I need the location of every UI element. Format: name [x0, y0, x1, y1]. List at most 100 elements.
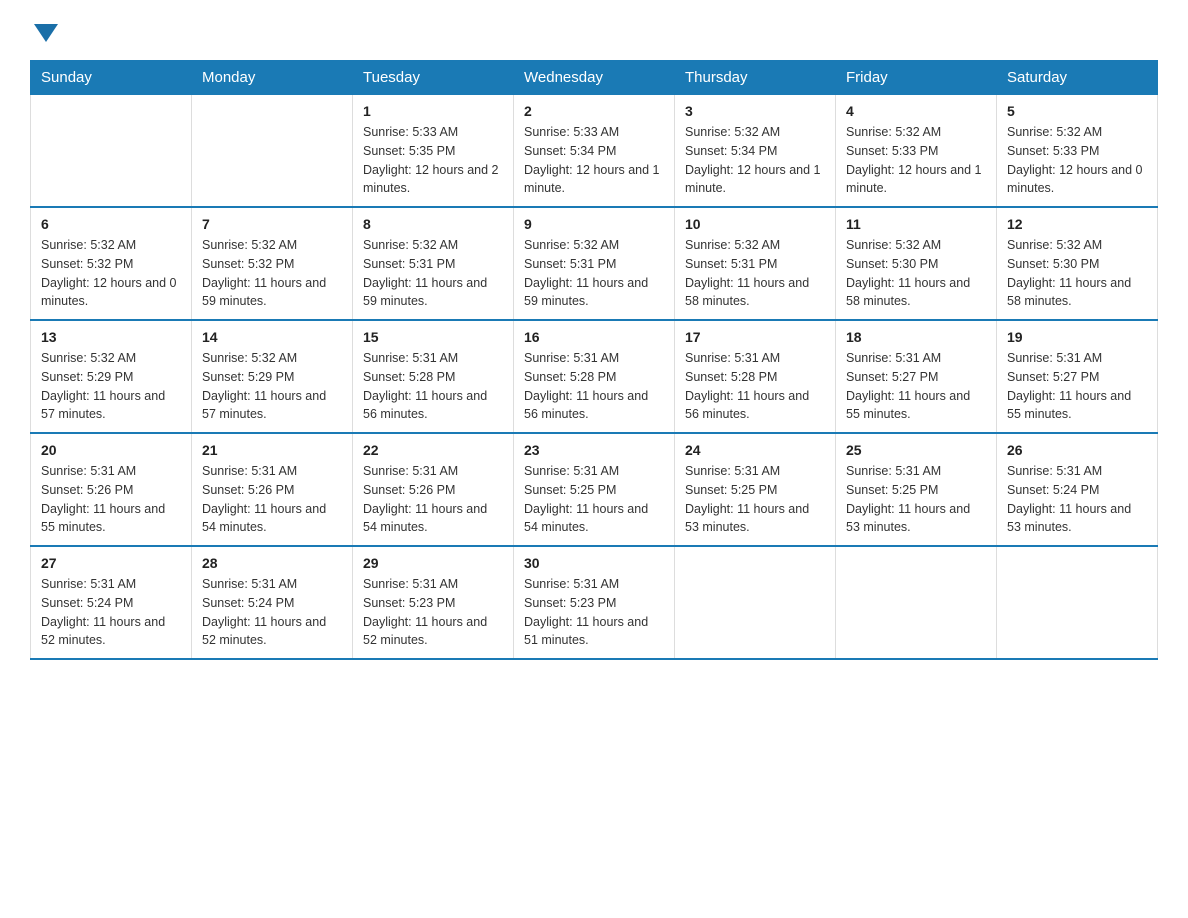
day-info: Sunrise: 5:33 AM Sunset: 5:34 PM Dayligh…: [524, 123, 664, 198]
day-info: Sunrise: 5:31 AM Sunset: 5:27 PM Dayligh…: [1007, 349, 1147, 424]
day-number: 25: [846, 442, 986, 458]
week-row-5: 27 Sunrise: 5:31 AM Sunset: 5:24 PM Dayli…: [31, 546, 1158, 659]
day-info: Sunrise: 5:32 AM Sunset: 5:32 PM Dayligh…: [202, 236, 342, 311]
day-cell: 20 Sunrise: 5:31 AM Sunset: 5:26 PM Dayli…: [31, 433, 192, 546]
day-info: Sunrise: 5:32 AM Sunset: 5:30 PM Dayligh…: [1007, 236, 1147, 311]
day-cell: [675, 546, 836, 659]
day-cell: 8 Sunrise: 5:32 AM Sunset: 5:31 PM Daylig…: [353, 207, 514, 320]
day-info: Sunrise: 5:31 AM Sunset: 5:27 PM Dayligh…: [846, 349, 986, 424]
day-number: 6: [41, 216, 181, 232]
day-number: 30: [524, 555, 664, 571]
day-number: 2: [524, 103, 664, 119]
day-info: Sunrise: 5:32 AM Sunset: 5:29 PM Dayligh…: [41, 349, 181, 424]
weekday-header-friday: Friday: [836, 61, 997, 95]
day-number: 9: [524, 216, 664, 232]
day-cell: 17 Sunrise: 5:31 AM Sunset: 5:28 PM Dayli…: [675, 320, 836, 433]
day-number: 16: [524, 329, 664, 345]
day-number: 20: [41, 442, 181, 458]
day-info: Sunrise: 5:31 AM Sunset: 5:28 PM Dayligh…: [524, 349, 664, 424]
day-number: 18: [846, 329, 986, 345]
day-number: 13: [41, 329, 181, 345]
day-info: Sunrise: 5:33 AM Sunset: 5:35 PM Dayligh…: [363, 123, 503, 198]
day-info: Sunrise: 5:32 AM Sunset: 5:34 PM Dayligh…: [685, 123, 825, 198]
day-number: 23: [524, 442, 664, 458]
day-number: 8: [363, 216, 503, 232]
day-number: 7: [202, 216, 342, 232]
day-number: 10: [685, 216, 825, 232]
day-info: Sunrise: 5:31 AM Sunset: 5:23 PM Dayligh…: [524, 575, 664, 650]
day-number: 28: [202, 555, 342, 571]
day-cell: 28Sunrise: 5:31 AM Sunset: 5:24 PM Dayli…: [192, 546, 353, 659]
day-cell: 26Sunrise: 5:31 AM Sunset: 5:24 PM Dayli…: [997, 433, 1158, 546]
day-number: 19: [1007, 329, 1147, 345]
day-info: Sunrise: 5:32 AM Sunset: 5:29 PM Dayligh…: [202, 349, 342, 424]
day-info: Sunrise: 5:32 AM Sunset: 5:32 PM Dayligh…: [41, 236, 181, 311]
day-cell: 12 Sunrise: 5:32 AM Sunset: 5:30 PM Dayli…: [997, 207, 1158, 320]
day-cell: 27 Sunrise: 5:31 AM Sunset: 5:24 PM Dayli…: [31, 546, 192, 659]
day-cell: 25 Sunrise: 5:31 AM Sunset: 5:25 PM Dayli…: [836, 433, 997, 546]
weekday-header-wednesday: Wednesday: [514, 61, 675, 95]
week-row-1: 1 Sunrise: 5:33 AM Sunset: 5:35 PM Daylig…: [31, 95, 1158, 208]
day-info: Sunrise: 5:31 AM Sunset: 5:25 PM Dayligh…: [685, 462, 825, 537]
day-info: Sunrise: 5:32 AM Sunset: 5:33 PM Dayligh…: [846, 123, 986, 198]
day-info: Sunrise: 5:32 AM Sunset: 5:33 PM Dayligh…: [1007, 123, 1147, 198]
day-cell: 24 Sunrise: 5:31 AM Sunset: 5:25 PM Dayli…: [675, 433, 836, 546]
day-number: 29: [363, 555, 503, 571]
day-info: Sunrise: 5:32 AM Sunset: 5:30 PM Dayligh…: [846, 236, 986, 311]
weekday-header-tuesday: Tuesday: [353, 61, 514, 95]
day-info: Sunrise: 5:31 AM Sunset: 5:25 PM Dayligh…: [524, 462, 664, 537]
day-number: 22: [363, 442, 503, 458]
week-row-2: 6 Sunrise: 5:32 AM Sunset: 5:32 PM Daylig…: [31, 207, 1158, 320]
day-info: Sunrise: 5:31 AM Sunset: 5:28 PM Dayligh…: [685, 349, 825, 424]
day-info: Sunrise: 5:31 AM Sunset: 5:25 PM Dayligh…: [846, 462, 986, 537]
logo-triangle-icon: [34, 24, 58, 42]
day-cell: 21 Sunrise: 5:31 AM Sunset: 5:26 PM Dayli…: [192, 433, 353, 546]
day-cell: 22Sunrise: 5:31 AM Sunset: 5:26 PM Dayli…: [353, 433, 514, 546]
day-number: 5: [1007, 103, 1147, 119]
day-cell: 5 Sunrise: 5:32 AM Sunset: 5:33 PM Daylig…: [997, 95, 1158, 208]
day-info: Sunrise: 5:32 AM Sunset: 5:31 PM Dayligh…: [524, 236, 664, 311]
day-cell: 13 Sunrise: 5:32 AM Sunset: 5:29 PM Dayli…: [31, 320, 192, 433]
day-cell: [192, 95, 353, 208]
day-cell: [997, 546, 1158, 659]
weekday-header-sunday: Sunday: [31, 61, 192, 95]
day-info: Sunrise: 5:31 AM Sunset: 5:26 PM Dayligh…: [202, 462, 342, 537]
day-cell: 10 Sunrise: 5:32 AM Sunset: 5:31 PM Dayli…: [675, 207, 836, 320]
day-cell: 23 Sunrise: 5:31 AM Sunset: 5:25 PM Dayli…: [514, 433, 675, 546]
day-cell: 11 Sunrise: 5:32 AM Sunset: 5:30 PM Dayli…: [836, 207, 997, 320]
day-info: Sunrise: 5:31 AM Sunset: 5:26 PM Dayligh…: [41, 462, 181, 537]
day-number: 3: [685, 103, 825, 119]
weekday-header-monday: Monday: [192, 61, 353, 95]
day-cell: 6 Sunrise: 5:32 AM Sunset: 5:32 PM Daylig…: [31, 207, 192, 320]
day-number: 4: [846, 103, 986, 119]
day-number: 12: [1007, 216, 1147, 232]
day-number: 24: [685, 442, 825, 458]
day-number: 26: [1007, 442, 1147, 458]
day-cell: 7 Sunrise: 5:32 AM Sunset: 5:32 PM Daylig…: [192, 207, 353, 320]
day-cell: [836, 546, 997, 659]
day-number: 14: [202, 329, 342, 345]
calendar-table: SundayMondayTuesdayWednesdayThursdayFrid…: [30, 60, 1158, 660]
day-cell: 4 Sunrise: 5:32 AM Sunset: 5:33 PM Daylig…: [836, 95, 997, 208]
day-number: 17: [685, 329, 825, 345]
day-cell: 9 Sunrise: 5:32 AM Sunset: 5:31 PM Daylig…: [514, 207, 675, 320]
day-info: Sunrise: 5:32 AM Sunset: 5:31 PM Dayligh…: [685, 236, 825, 311]
day-number: 15: [363, 329, 503, 345]
day-number: 27: [41, 555, 181, 571]
day-info: Sunrise: 5:31 AM Sunset: 5:24 PM Dayligh…: [41, 575, 181, 650]
day-number: 11: [846, 216, 986, 232]
weekday-header-thursday: Thursday: [675, 61, 836, 95]
day-info: Sunrise: 5:31 AM Sunset: 5:28 PM Dayligh…: [363, 349, 503, 424]
day-info: Sunrise: 5:31 AM Sunset: 5:23 PM Dayligh…: [363, 575, 503, 650]
day-number: 21: [202, 442, 342, 458]
day-cell: 2 Sunrise: 5:33 AM Sunset: 5:34 PM Daylig…: [514, 95, 675, 208]
day-cell: 30 Sunrise: 5:31 AM Sunset: 5:23 PM Dayli…: [514, 546, 675, 659]
day-cell: 29 Sunrise: 5:31 AM Sunset: 5:23 PM Dayli…: [353, 546, 514, 659]
day-number: 1: [363, 103, 503, 119]
weekday-header-row: SundayMondayTuesdayWednesdayThursdayFrid…: [31, 61, 1158, 95]
weekday-header-saturday: Saturday: [997, 61, 1158, 95]
day-info: Sunrise: 5:32 AM Sunset: 5:31 PM Dayligh…: [363, 236, 503, 311]
day-cell: 14 Sunrise: 5:32 AM Sunset: 5:29 PM Dayli…: [192, 320, 353, 433]
week-row-4: 20 Sunrise: 5:31 AM Sunset: 5:26 PM Dayli…: [31, 433, 1158, 546]
day-cell: 3 Sunrise: 5:32 AM Sunset: 5:34 PM Daylig…: [675, 95, 836, 208]
